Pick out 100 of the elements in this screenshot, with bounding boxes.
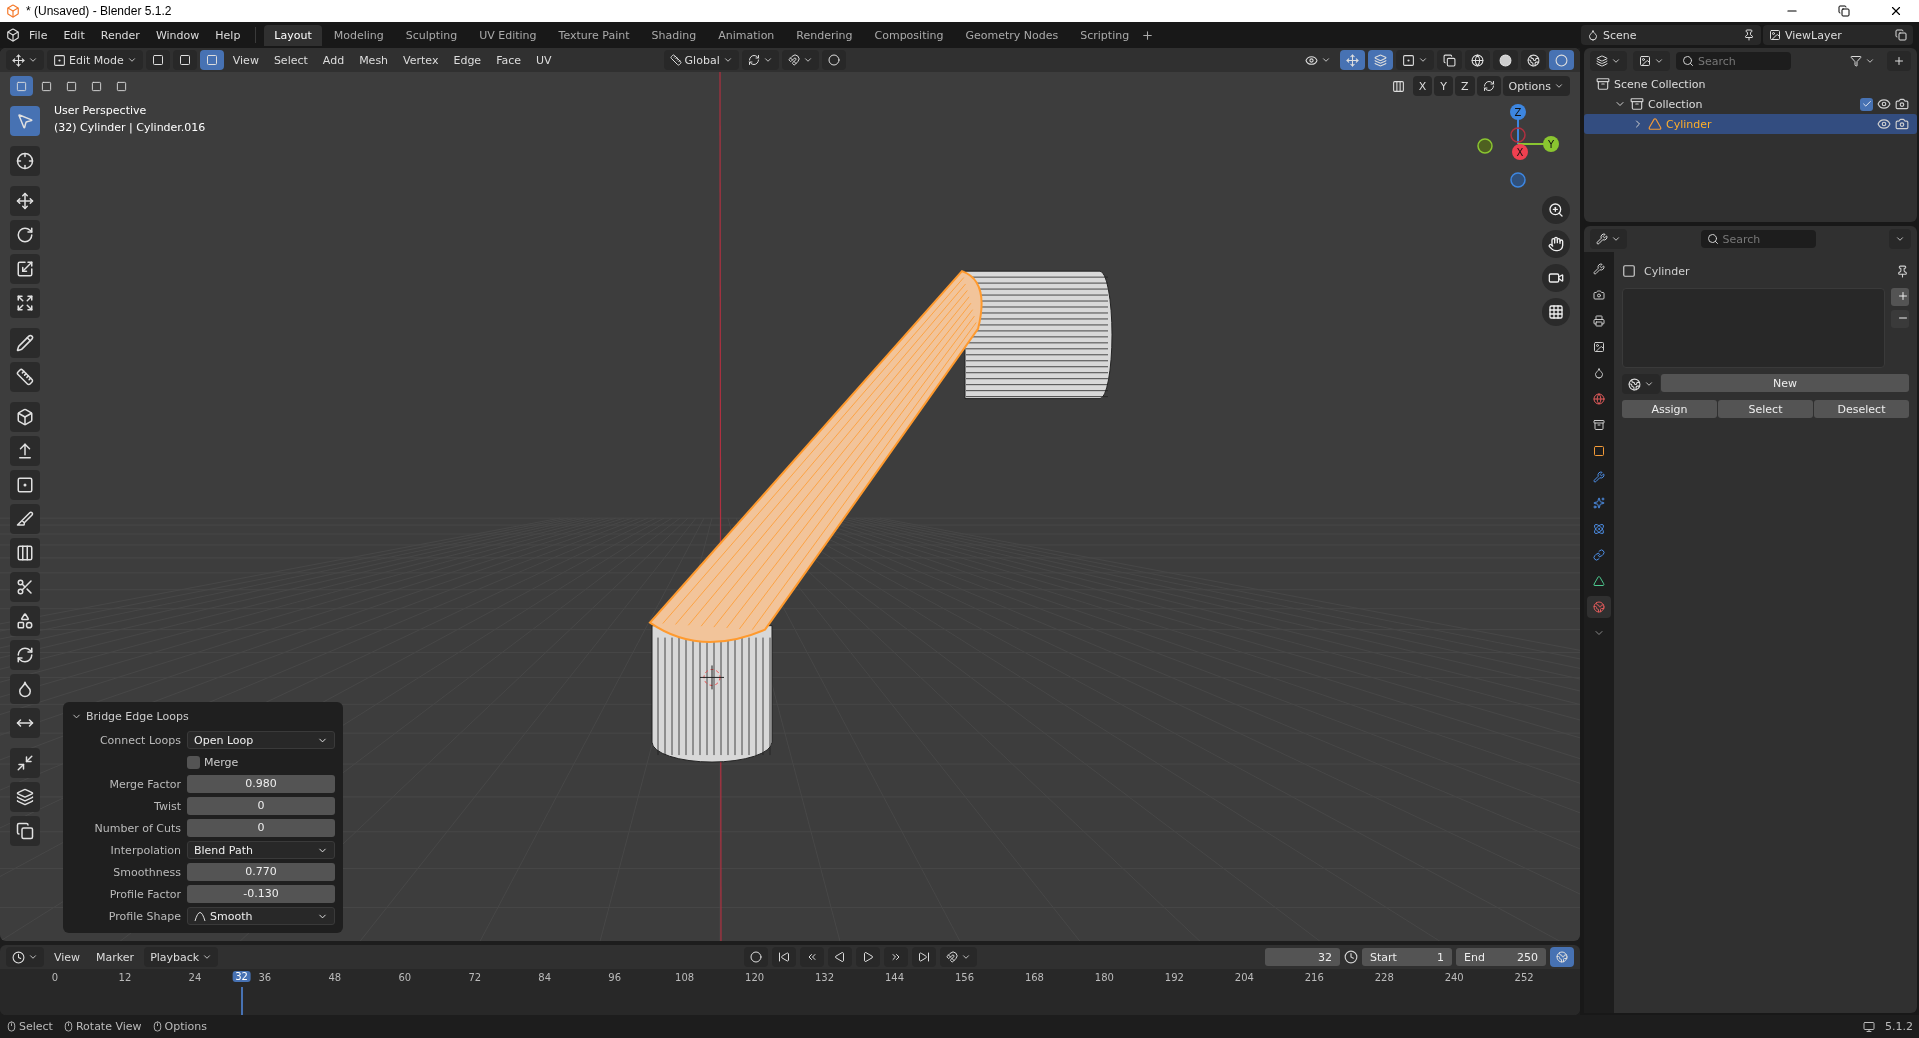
view-name: User Perspective bbox=[54, 104, 148, 117]
view-layer-selector[interactable]: ViewLayer bbox=[1763, 25, 1913, 45]
panel-header[interactable]: Bridge Edge Loops bbox=[71, 706, 335, 728]
workspace-tab[interactable]: Rendering bbox=[786, 24, 863, 46]
frame-number: 96 bbox=[608, 972, 622, 984]
menu-item[interactable]: Marker bbox=[90, 947, 141, 968]
playhead[interactable]: 32 bbox=[232, 971, 251, 983]
workspace-tab[interactable]: UV Editing bbox=[469, 24, 547, 46]
object-info: (32) Cylinder | Cylinder.016 bbox=[54, 121, 206, 134]
workspace-tab[interactable]: Animation bbox=[708, 24, 785, 46]
menu-item[interactable]: Vertex bbox=[397, 50, 445, 70]
menu-item[interactable]: Window bbox=[148, 25, 207, 45]
new-material-button[interactable]: New bbox=[1661, 374, 1909, 392]
status-hint: Select bbox=[6, 1020, 53, 1033]
menu-item[interactable]: View bbox=[48, 947, 87, 968]
frame-number: 60 bbox=[398, 972, 412, 984]
menu-item[interactable]: File bbox=[22, 25, 55, 45]
outliner-row[interactable]: Cylinder bbox=[1584, 114, 1917, 134]
material-action-button[interactable]: Assign bbox=[1622, 400, 1717, 418]
workspace-tab[interactable]: Modeling bbox=[323, 24, 394, 46]
menu-item[interactable]: Add bbox=[316, 50, 351, 70]
menu-item[interactable]: Mesh bbox=[353, 50, 395, 70]
menu-item[interactable]: View bbox=[226, 50, 265, 70]
frame-number: 72 bbox=[468, 972, 482, 984]
menu-item[interactable]: Select bbox=[267, 50, 314, 70]
frame-number: 168 bbox=[1024, 972, 1044, 984]
dropdown[interactable]: Blend Path bbox=[187, 841, 335, 860]
axis-label: Z bbox=[1514, 107, 1522, 118]
number-field[interactable]: 0.980 bbox=[187, 775, 335, 794]
workspace-tab[interactable]: Scripting bbox=[1070, 24, 1140, 46]
frame-number: 252 bbox=[1514, 972, 1534, 984]
workspace-tab[interactable]: Geometry Nodes bbox=[955, 24, 1069, 46]
orientation-dropdown[interactable]: Global bbox=[663, 50, 739, 70]
object-name: Cylinder bbox=[1644, 264, 1691, 278]
menu-item[interactable]: UV bbox=[530, 50, 558, 70]
start-frame-field[interactable]: Start 1 bbox=[1362, 948, 1452, 967]
scene-selector[interactable]: Scene bbox=[1581, 25, 1761, 45]
material-action-button[interactable]: Select bbox=[1718, 400, 1813, 418]
status-hint: Rotate View bbox=[62, 1020, 142, 1033]
frame-number: 192 bbox=[1164, 972, 1184, 984]
frame-number: 0 bbox=[51, 972, 59, 984]
frame-number: 12 bbox=[118, 972, 132, 984]
outliner-row[interactable]: Scene Collection bbox=[1584, 74, 1917, 94]
search-field[interactable]: Search bbox=[1676, 52, 1791, 70]
field-label: Twist bbox=[153, 799, 181, 813]
menu-item[interactable]: Face bbox=[490, 50, 527, 70]
dropdown[interactable]: Open Loop bbox=[187, 731, 335, 750]
frame-number: 84 bbox=[538, 972, 552, 984]
frame-number: 180 bbox=[1094, 972, 1114, 984]
window-title: * (Unsaved) - Blender 5.1.2 bbox=[26, 4, 173, 18]
field-label: Profile Shape bbox=[107, 909, 181, 923]
field-label: Profile Factor bbox=[108, 887, 181, 901]
field-label: Interpolation bbox=[109, 843, 181, 857]
menu-item[interactable]: Edit bbox=[56, 25, 92, 45]
frame-number: 132 bbox=[815, 972, 835, 984]
version-label: 5.1.2 bbox=[1885, 1020, 1913, 1033]
outliner-label: Scene Collection bbox=[1614, 77, 1707, 91]
merge-checkbox[interactable]: Merge bbox=[187, 755, 239, 769]
playback-dropdown[interactable]: Playback bbox=[144, 947, 219, 968]
workspace-tab[interactable]: Compositing bbox=[864, 24, 954, 46]
outliner-row[interactable]: Collection bbox=[1584, 94, 1917, 114]
number-field[interactable]: 0 bbox=[187, 819, 335, 838]
search-field[interactable]: Search bbox=[1700, 230, 1816, 248]
axis-toggle[interactable]: Y bbox=[1434, 76, 1453, 96]
number-field[interactable]: -0.130 bbox=[187, 885, 335, 904]
frame-number: 144 bbox=[884, 972, 905, 984]
menu-item[interactable]: Render bbox=[93, 25, 147, 45]
status-hint: Options bbox=[151, 1020, 207, 1033]
workspace-tab[interactable]: Shading bbox=[641, 24, 707, 46]
number-field[interactable]: 0.770 bbox=[187, 863, 335, 882]
workspace-tab[interactable]: Sculpting bbox=[395, 24, 468, 46]
material-action-button[interactable]: Deselect bbox=[1814, 400, 1909, 418]
number-field[interactable]: 0 bbox=[187, 797, 335, 816]
frame-number: 24 bbox=[188, 972, 202, 984]
outliner-label: Collection bbox=[1648, 97, 1704, 111]
frame-number: 240 bbox=[1444, 972, 1464, 984]
outliner-label: Cylinder bbox=[1666, 117, 1713, 131]
workspace-tab[interactable]: Texture Paint bbox=[548, 24, 640, 46]
field-label: Merge Factor bbox=[108, 777, 181, 791]
frame-number: 120 bbox=[745, 972, 765, 984]
frame-number: 108 bbox=[675, 972, 695, 984]
field-label: Number of Cuts bbox=[93, 821, 181, 835]
frame-number: 48 bbox=[328, 972, 342, 984]
field-label: Smoothness bbox=[112, 865, 181, 879]
end-frame-field[interactable]: End 250 bbox=[1456, 948, 1546, 967]
frame-number: 156 bbox=[954, 972, 974, 984]
menu-item[interactable]: Help bbox=[208, 25, 248, 45]
axis-toggle[interactable]: Z bbox=[1455, 76, 1475, 96]
options-dropdown[interactable]: Options bbox=[1502, 76, 1570, 96]
dropdown[interactable]: Smooth bbox=[187, 907, 335, 926]
mode-dropdown[interactable]: Edit Mode bbox=[47, 50, 143, 70]
frame-number: 36 bbox=[258, 972, 272, 984]
axis-toggle[interactable]: X bbox=[1412, 76, 1433, 96]
current-frame-field[interactable]: 32 bbox=[1265, 948, 1340, 967]
workspace-tab[interactable]: Layout bbox=[264, 24, 322, 46]
frame-number: 228 bbox=[1374, 972, 1394, 984]
field-label: Connect Loops bbox=[98, 733, 181, 747]
frame-number: 216 bbox=[1304, 972, 1324, 984]
menu-item[interactable]: Edge bbox=[447, 50, 488, 70]
axis-label: Y bbox=[1547, 139, 1555, 150]
